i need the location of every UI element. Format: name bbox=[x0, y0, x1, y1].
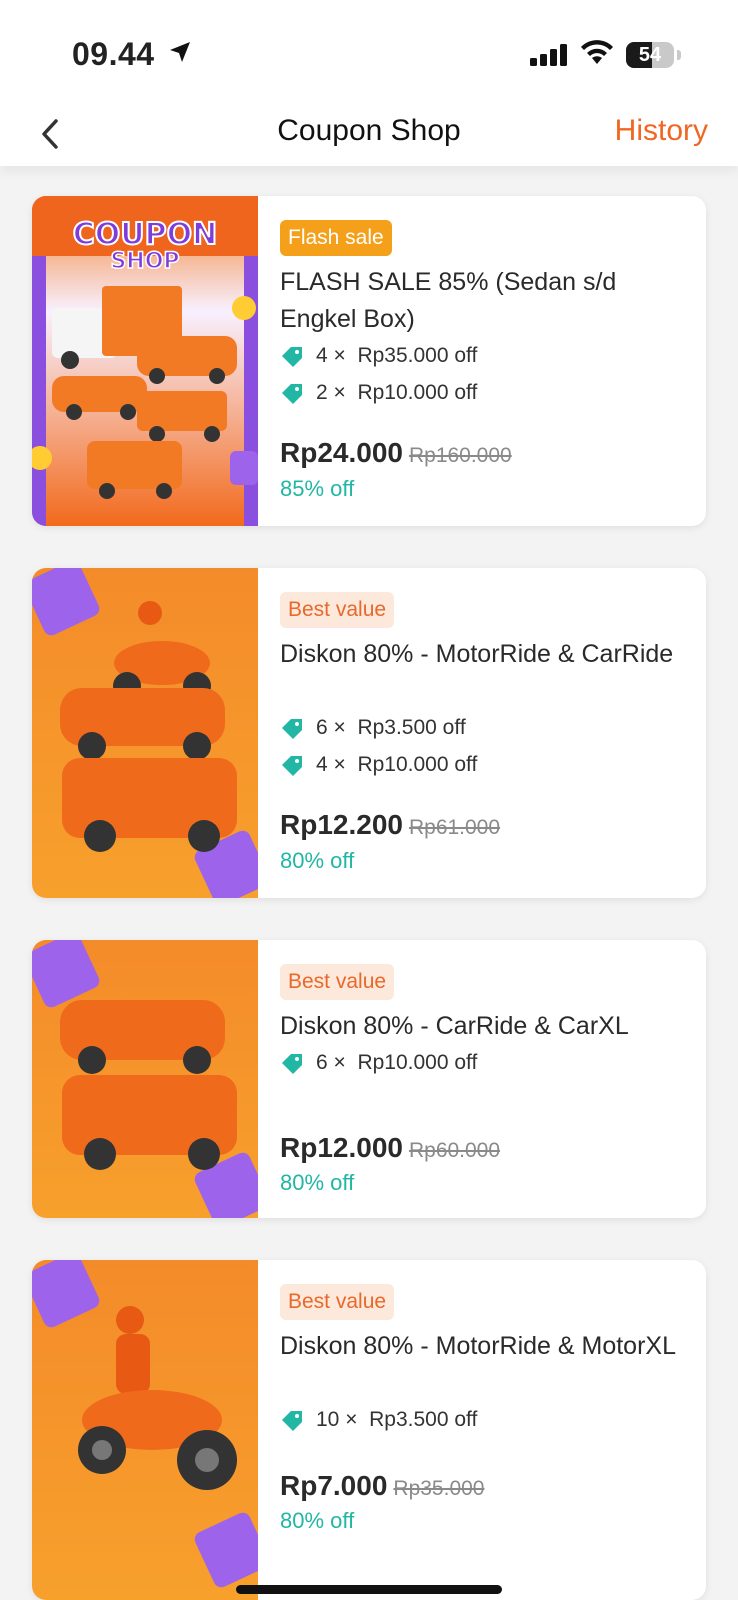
status-bar: 09.44 54 bbox=[0, 0, 738, 100]
discount-label: 80% off bbox=[280, 1170, 355, 1195]
coupon-details: Flash sale FLASH SALE 85% (Sedan s/d Eng… bbox=[280, 196, 688, 526]
discount-label: 85% off bbox=[280, 476, 355, 501]
price-original: Rp160.000 bbox=[408, 444, 512, 467]
discount-label: 80% off bbox=[280, 1508, 355, 1533]
discount-label: 80% off bbox=[280, 848, 355, 873]
coupon-card[interactable]: Best value Diskon 80% - MotorRide & Moto… bbox=[32, 1260, 706, 1600]
coupon-title: Diskon 80% - MotorRide & CarRide bbox=[280, 640, 674, 668]
coupon-details: Best value Diskon 80% - MotorRide & Moto… bbox=[280, 1260, 688, 1600]
perk-count: 4 × bbox=[316, 344, 346, 367]
perk-amount: Rp3.500 off bbox=[369, 1408, 478, 1431]
coupon-banner-line-2: SHOP bbox=[110, 249, 179, 274]
nav-bar: Coupon Shop History bbox=[0, 100, 738, 166]
tag-icon bbox=[282, 1054, 302, 1074]
coupon-title: Diskon 80% - MotorRide & MotorXL bbox=[280, 1332, 676, 1360]
perk-amount: Rp3.500 off bbox=[357, 716, 466, 739]
best-value-badge: Best value bbox=[280, 1284, 395, 1320]
price-current: Rp7.000 bbox=[280, 1470, 388, 1501]
price-row: Rp24.000 Rp160.000 bbox=[280, 437, 512, 473]
battery-icon: 54 bbox=[626, 42, 674, 68]
coupon-card[interactable]: Best value Diskon 80% - MotorRide & CarR… bbox=[32, 568, 706, 898]
price-row: Rp12.200 Rp61.000 bbox=[280, 809, 500, 845]
best-value-badge: Best value bbox=[280, 592, 395, 628]
coupon-image: COUPON SHOP bbox=[32, 196, 258, 526]
coupon-image bbox=[32, 1260, 258, 1600]
perk-count: 6 × bbox=[316, 716, 346, 739]
price-original: Rp60.000 bbox=[408, 1139, 501, 1162]
price-row: Rp7.000 Rp35.000 bbox=[280, 1470, 484, 1506]
coupon-details: Best value Diskon 80% - MotorRide & CarR… bbox=[280, 568, 688, 898]
perk-amount: Rp10.000 off bbox=[357, 1051, 478, 1074]
best-value-badge: Best value bbox=[280, 964, 395, 1000]
status-time: 09.44 bbox=[72, 36, 155, 72]
perk-count: 6 × bbox=[316, 1051, 346, 1074]
price-current: Rp12.200 bbox=[280, 809, 403, 840]
tag-icon bbox=[282, 756, 302, 776]
tag-icon bbox=[282, 347, 302, 367]
coupon-title: Diskon 80% - CarRide & CarXL bbox=[280, 1012, 629, 1040]
perk-count: 4 × bbox=[316, 753, 346, 776]
location-arrow-icon bbox=[170, 42, 190, 62]
battery-percent: 54 bbox=[638, 44, 662, 66]
tag-icon bbox=[282, 384, 302, 404]
battery-cap bbox=[677, 50, 681, 60]
flash-sale-badge: Flash sale bbox=[280, 220, 392, 256]
perk-amount: Rp35.000 off bbox=[357, 344, 478, 367]
history-button[interactable]: History bbox=[615, 114, 708, 148]
tag-icon bbox=[282, 1411, 302, 1431]
coupon-card[interactable]: Best value Diskon 80% - CarRide & CarXL … bbox=[32, 940, 706, 1218]
perk-count: 2 × bbox=[316, 381, 346, 404]
price-current: Rp24.000 bbox=[280, 437, 403, 468]
perk-amount: Rp10.000 off bbox=[357, 753, 478, 776]
wifi-icon bbox=[581, 40, 613, 64]
perk-count: 10 × bbox=[316, 1408, 358, 1431]
coupon-image bbox=[32, 940, 258, 1218]
coupon-card[interactable]: COUPON SHOP Flash sale FLASH SALE 85% (S… bbox=[32, 196, 706, 526]
coupon-details: Best value Diskon 80% - CarRide & CarXL … bbox=[280, 940, 688, 1218]
price-row: Rp12.000 Rp60.000 bbox=[280, 1132, 500, 1168]
coupon-image bbox=[32, 568, 258, 898]
coupon-title: FLASH SALE 85% (Sedan s/d Engkel Box) bbox=[280, 268, 617, 333]
perk-amount: Rp10.000 off bbox=[357, 381, 478, 404]
coupon-banner-line-1: COUPON bbox=[73, 217, 217, 252]
price-original: Rp35.000 bbox=[393, 1477, 485, 1500]
price-original: Rp61.000 bbox=[408, 816, 501, 839]
price-current: Rp12.000 bbox=[280, 1132, 403, 1163]
home-indicator[interactable] bbox=[236, 1585, 502, 1594]
tag-icon bbox=[282, 719, 302, 739]
cellular-signal-icon bbox=[530, 44, 567, 66]
